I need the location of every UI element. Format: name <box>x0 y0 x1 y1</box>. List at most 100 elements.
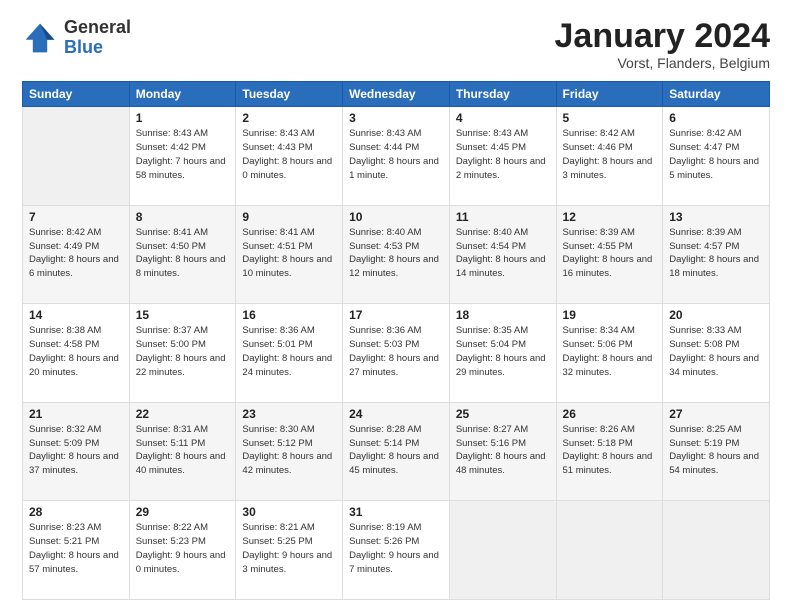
weekday-header-thursday: Thursday <box>449 82 556 107</box>
calendar-cell <box>449 501 556 600</box>
day-number: 8 <box>136 210 230 224</box>
weekday-header-saturday: Saturday <box>663 82 770 107</box>
day-number: 19 <box>563 308 657 322</box>
calendar-cell: 28 Sunrise: 8:23 AM Sunset: 5:21 PM Dayli… <box>23 501 130 600</box>
day-number: 30 <box>242 505 336 519</box>
calendar-body: 1 Sunrise: 8:43 AM Sunset: 4:42 PM Daylig… <box>23 107 770 600</box>
calendar-cell: 2Sunrise: 8:43 AM Sunset: 4:43 PM Daylig… <box>236 107 343 206</box>
weekday-row: SundayMondayTuesdayWednesdayThursdayFrid… <box>23 82 770 107</box>
calendar-cell: 6Sunrise: 8:42 AM Sunset: 4:47 PM Daylig… <box>663 107 770 206</box>
day-number: 28 <box>29 505 123 519</box>
calendar-cell <box>556 501 663 600</box>
day-info: Sunrise: 8:23 AM Sunset: 5:21 PM Dayligh… <box>29 521 123 576</box>
day-info: Sunrise: 8:38 AM Sunset: 4:58 PM Dayligh… <box>29 324 123 379</box>
day-info: Sunrise: 8:22 AM Sunset: 5:23 PM Dayligh… <box>136 521 230 576</box>
calendar-cell: 3Sunrise: 8:43 AM Sunset: 4:44 PM Daylig… <box>343 107 450 206</box>
day-info: Sunrise: 8:27 AM Sunset: 5:16 PM Dayligh… <box>456 423 550 478</box>
calendar-cell: 30 Sunrise: 8:21 AM Sunset: 5:25 PM Dayli… <box>236 501 343 600</box>
day-number: 29 <box>136 505 230 519</box>
calendar-header: SundayMondayTuesdayWednesdayThursdayFrid… <box>23 82 770 107</box>
day-number: 11 <box>456 210 550 224</box>
day-number: 9 <box>242 210 336 224</box>
weekday-header-sunday: Sunday <box>23 82 130 107</box>
day-info: Sunrise: 8:36 AM Sunset: 5:03 PM Dayligh… <box>349 324 443 379</box>
day-info: Sunrise: 8:35 AM Sunset: 5:04 PM Dayligh… <box>456 324 550 379</box>
day-info: Sunrise: 8:25 AM Sunset: 5:19 PM Dayligh… <box>669 423 763 478</box>
calendar-cell <box>663 501 770 600</box>
day-info: Sunrise: 8:43 AM Sunset: 4:45 PM Dayligh… <box>456 127 550 182</box>
day-info: Sunrise: 8:21 AM Sunset: 5:25 PM Dayligh… <box>242 521 336 576</box>
day-info: Sunrise: 8:39 AM Sunset: 4:55 PM Dayligh… <box>563 226 657 281</box>
day-number: 16 <box>242 308 336 322</box>
calendar-cell: 7 Sunrise: 8:42 AM Sunset: 4:49 PM Daylig… <box>23 205 130 304</box>
day-number: 13 <box>669 210 763 224</box>
calendar-cell: 26 Sunrise: 8:26 AM Sunset: 5:18 PM Dayli… <box>556 402 663 501</box>
calendar-cell: 29 Sunrise: 8:22 AM Sunset: 5:23 PM Dayli… <box>129 501 236 600</box>
day-number: 22 <box>136 407 230 421</box>
logo-icon <box>22 20 58 56</box>
calendar-cell: 11 Sunrise: 8:40 AM Sunset: 4:54 PM Dayli… <box>449 205 556 304</box>
calendar-cell: 17Sunrise: 8:36 AM Sunset: 5:03 PM Dayli… <box>343 304 450 403</box>
calendar-title: January 2024 <box>555 18 771 55</box>
logo-general-label: General <box>64 18 131 38</box>
calendar-cell: 23Sunrise: 8:30 AM Sunset: 5:12 PM Dayli… <box>236 402 343 501</box>
calendar-cell: 12 Sunrise: 8:39 AM Sunset: 4:55 PM Dayli… <box>556 205 663 304</box>
calendar-table: SundayMondayTuesdayWednesdayThursdayFrid… <box>22 81 770 600</box>
calendar-cell: 20 Sunrise: 8:33 AM Sunset: 5:08 PM Dayli… <box>663 304 770 403</box>
day-number: 21 <box>29 407 123 421</box>
day-info: Sunrise: 8:41 AM Sunset: 4:51 PM Dayligh… <box>242 226 336 281</box>
day-number: 12 <box>563 210 657 224</box>
calendar-cell: 1 Sunrise: 8:43 AM Sunset: 4:42 PM Daylig… <box>129 107 236 206</box>
day-number: 4 <box>456 111 550 125</box>
weekday-header-friday: Friday <box>556 82 663 107</box>
day-number: 5 <box>563 111 657 125</box>
calendar-cell: 18 Sunrise: 8:35 AM Sunset: 5:04 PM Dayli… <box>449 304 556 403</box>
day-info: Sunrise: 8:43 AM Sunset: 4:42 PM Dayligh… <box>136 127 230 182</box>
week-row-2: 14 Sunrise: 8:38 AM Sunset: 4:58 PM Dayli… <box>23 304 770 403</box>
day-number: 31 <box>349 505 443 519</box>
day-number: 7 <box>29 210 123 224</box>
day-number: 20 <box>669 308 763 322</box>
day-info: Sunrise: 8:32 AM Sunset: 5:09 PM Dayligh… <box>29 423 123 478</box>
day-info: Sunrise: 8:42 AM Sunset: 4:49 PM Dayligh… <box>29 226 123 281</box>
calendar-cell: 4 Sunrise: 8:43 AM Sunset: 4:45 PM Daylig… <box>449 107 556 206</box>
logo-blue-label: Blue <box>64 38 131 58</box>
logo-text: General Blue <box>64 18 131 58</box>
day-info: Sunrise: 8:31 AM Sunset: 5:11 PM Dayligh… <box>136 423 230 478</box>
calendar-cell: 15 Sunrise: 8:37 AM Sunset: 5:00 PM Dayli… <box>129 304 236 403</box>
week-row-0: 1 Sunrise: 8:43 AM Sunset: 4:42 PM Daylig… <box>23 107 770 206</box>
day-info: Sunrise: 8:33 AM Sunset: 5:08 PM Dayligh… <box>669 324 763 379</box>
calendar-cell: 21 Sunrise: 8:32 AM Sunset: 5:09 PM Dayli… <box>23 402 130 501</box>
day-info: Sunrise: 8:36 AM Sunset: 5:01 PM Dayligh… <box>242 324 336 379</box>
calendar-cell: 25Sunrise: 8:27 AM Sunset: 5:16 PM Dayli… <box>449 402 556 501</box>
calendar-cell: 9 Sunrise: 8:41 AM Sunset: 4:51 PM Daylig… <box>236 205 343 304</box>
weekday-header-tuesday: Tuesday <box>236 82 343 107</box>
calendar-cell: 27 Sunrise: 8:25 AM Sunset: 5:19 PM Dayli… <box>663 402 770 501</box>
day-info: Sunrise: 8:37 AM Sunset: 5:00 PM Dayligh… <box>136 324 230 379</box>
day-number: 15 <box>136 308 230 322</box>
day-info: Sunrise: 8:19 AM Sunset: 5:26 PM Dayligh… <box>349 521 443 576</box>
day-number: 27 <box>669 407 763 421</box>
calendar-cell: 14 Sunrise: 8:38 AM Sunset: 4:58 PM Dayli… <box>23 304 130 403</box>
calendar-cell: 19 Sunrise: 8:34 AM Sunset: 5:06 PM Dayli… <box>556 304 663 403</box>
day-number: 3 <box>349 111 443 125</box>
day-info: Sunrise: 8:40 AM Sunset: 4:54 PM Dayligh… <box>456 226 550 281</box>
day-number: 26 <box>563 407 657 421</box>
day-number: 14 <box>29 308 123 322</box>
calendar-cell: 5Sunrise: 8:42 AM Sunset: 4:46 PM Daylig… <box>556 107 663 206</box>
calendar-cell: 16 Sunrise: 8:36 AM Sunset: 5:01 PM Dayli… <box>236 304 343 403</box>
week-row-4: 28 Sunrise: 8:23 AM Sunset: 5:21 PM Dayli… <box>23 501 770 600</box>
day-info: Sunrise: 8:30 AM Sunset: 5:12 PM Dayligh… <box>242 423 336 478</box>
day-info: Sunrise: 8:43 AM Sunset: 4:43 PM Dayligh… <box>242 127 336 182</box>
day-info: Sunrise: 8:26 AM Sunset: 5:18 PM Dayligh… <box>563 423 657 478</box>
header: General Blue January 2024 Vorst, Flander… <box>22 18 770 71</box>
day-info: Sunrise: 8:34 AM Sunset: 5:06 PM Dayligh… <box>563 324 657 379</box>
day-number: 1 <box>136 111 230 125</box>
calendar-cell: 8Sunrise: 8:41 AM Sunset: 4:50 PM Daylig… <box>129 205 236 304</box>
day-info: Sunrise: 8:40 AM Sunset: 4:53 PM Dayligh… <box>349 226 443 281</box>
week-row-3: 21 Sunrise: 8:32 AM Sunset: 5:09 PM Dayli… <box>23 402 770 501</box>
logo: General Blue <box>22 18 131 58</box>
day-info: Sunrise: 8:42 AM Sunset: 4:47 PM Dayligh… <box>669 127 763 182</box>
calendar-subtitle: Vorst, Flanders, Belgium <box>555 55 771 71</box>
day-number: 18 <box>456 308 550 322</box>
